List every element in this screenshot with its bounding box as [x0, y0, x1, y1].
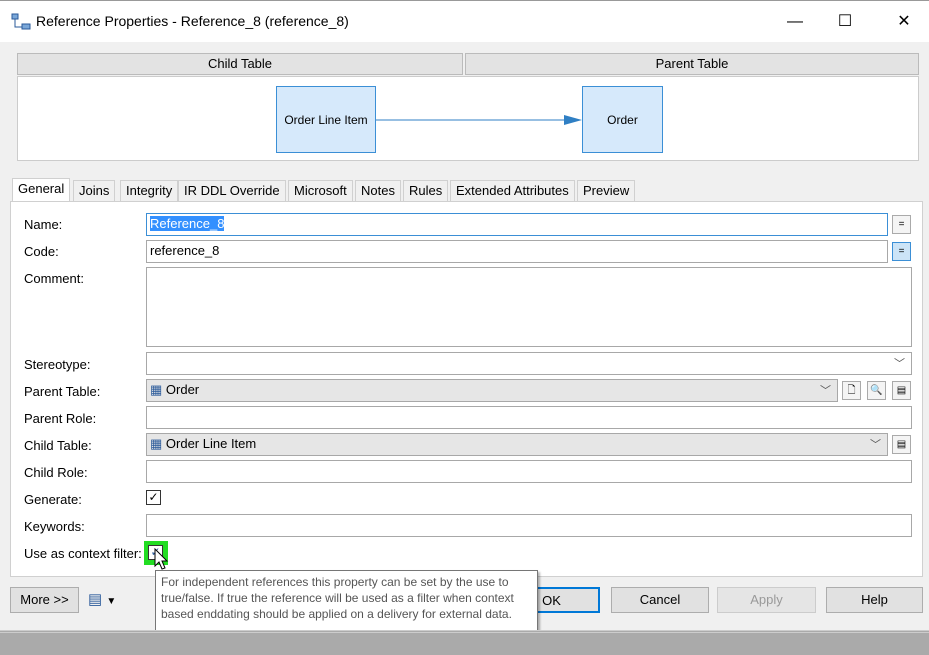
comment-input[interactable] — [146, 267, 912, 347]
child-table-header: Child Table — [17, 53, 463, 75]
child-table-select[interactable]: ▦ Order Line Item ﹀ — [146, 433, 888, 456]
generate-label: Generate: — [24, 492, 82, 507]
print-menu-button[interactable]: ▤ ▼ — [88, 590, 116, 608]
tab-notes[interactable]: Notes — [355, 180, 401, 202]
chevron-down-icon: ﹀ — [894, 358, 905, 370]
child-role-input[interactable] — [146, 460, 912, 483]
table-icon: ▦ — [150, 382, 166, 397]
code-label: Code: — [24, 244, 59, 259]
table-icon: ▦ — [150, 436, 166, 451]
window-title: Reference Properties - Reference_8 (refe… — [36, 13, 349, 29]
parent-role-label: Parent Role: — [24, 411, 97, 426]
close-button[interactable]: ✕ — [884, 9, 924, 35]
more-button[interactable]: More >> — [10, 587, 79, 613]
child-table-node[interactable]: Order Line Item — [276, 86, 376, 153]
print-icon: ▤ — [88, 591, 103, 608]
tooltip: For independent references this property… — [155, 570, 538, 638]
tab-integrity[interactable]: Integrity — [120, 180, 179, 202]
name-value: Reference_8 — [150, 216, 225, 231]
create-icon[interactable]: 🗋 — [842, 381, 861, 400]
cancel-button[interactable]: Cancel — [611, 587, 709, 613]
parent-table-select[interactable]: ▦ Order ﹀ — [146, 379, 838, 402]
chevron-down-icon: ﹀ — [820, 385, 831, 397]
reference-icon — [11, 13, 31, 30]
help-button[interactable]: Help — [826, 587, 923, 613]
dropdown-arrow-icon: ▼ — [106, 596, 117, 607]
tab-microsoft[interactable]: Microsoft — [288, 180, 353, 202]
reference-arrow — [376, 115, 582, 125]
parent-table-label: Parent Table: — [24, 384, 101, 399]
stereotype-select[interactable]: ﹀ — [146, 352, 912, 375]
browse-icon[interactable]: 🔍 — [867, 381, 886, 400]
parent-table-node[interactable]: Order — [582, 86, 663, 153]
code-input[interactable]: reference_8 — [146, 240, 888, 263]
title-bar: Reference Properties - Reference_8 (refe… — [0, 0, 929, 42]
keywords-input[interactable] — [146, 514, 912, 537]
chevron-down-icon: ﹀ — [870, 439, 881, 451]
name-label: Name: — [24, 217, 63, 232]
tab-general[interactable]: General — [12, 178, 71, 202]
generate-checkbox[interactable]: ✓ — [146, 490, 161, 505]
minimize-button[interactable]: — — [775, 9, 815, 35]
properties-icon[interactable]: ▤ — [892, 381, 911, 400]
tab-extended-attributes[interactable]: Extended Attributes — [450, 180, 575, 202]
background-strip — [0, 630, 929, 655]
tab-preview[interactable]: Preview — [577, 180, 636, 202]
child-table-value: Order Line Item — [165, 436, 257, 451]
name-equals-button[interactable]: = — [892, 215, 911, 234]
child-table-label: Child Table: — [24, 438, 92, 453]
tab-ir-ddl-override[interactable]: IR DDL Override — [178, 180, 286, 202]
child-role-label: Child Role: — [24, 465, 88, 480]
comment-label: Comment: — [24, 271, 84, 286]
name-input[interactable]: Reference_8 — [146, 213, 888, 236]
apply-button[interactable]: Apply — [717, 587, 816, 613]
parent-role-input[interactable] — [146, 406, 912, 429]
keywords-label: Keywords: — [24, 519, 85, 534]
parent-table-value: Order — [165, 382, 200, 397]
context-filter-label: Use as context filter: — [24, 546, 142, 561]
tab-joins[interactable]: Joins — [73, 180, 116, 202]
parent-table-header: Parent Table — [465, 53, 919, 75]
stereotype-label: Stereotype: — [24, 357, 91, 372]
tab-rules[interactable]: Rules — [403, 180, 449, 202]
maximize-button[interactable]: ☐ — [825, 9, 865, 35]
reference-diagram: Order Line Item Order — [17, 76, 919, 161]
code-equals-button[interactable]: = — [892, 242, 911, 261]
properties-icon[interactable]: ▤ — [892, 435, 911, 454]
mouse-cursor-icon — [154, 548, 169, 570]
